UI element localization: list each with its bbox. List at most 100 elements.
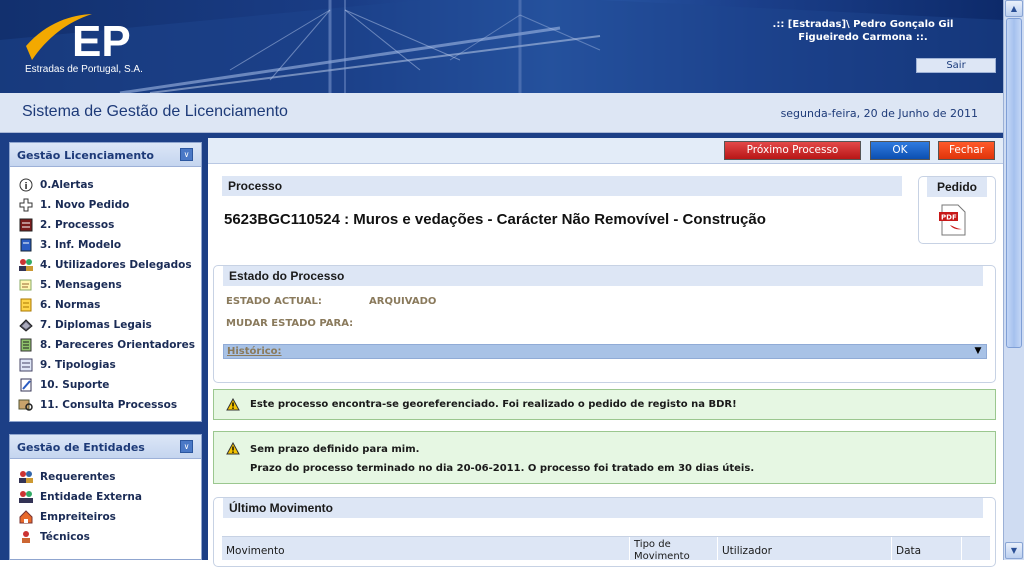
warning-icon [226, 442, 240, 455]
notepad-icon [18, 338, 34, 352]
sidebar-item-entidade-externa[interactable]: Entidade Externa [18, 487, 201, 507]
estado-heading: Estado do Processo [223, 266, 983, 286]
document-icon [18, 238, 34, 252]
sidebar-item-label: 0.Alertas [40, 179, 94, 191]
binder-icon [18, 218, 34, 232]
sidebar-item-normas[interactable]: 6. Normas [18, 295, 201, 315]
sidebar-item-label: Requerentes [40, 471, 116, 483]
collapse-icon[interactable]: ∨ [180, 148, 193, 161]
georef-notice: Este processo encontra-se georeferenciad… [213, 389, 996, 420]
chevron-down-icon[interactable]: ▼ [972, 346, 984, 358]
users-icon [18, 258, 34, 272]
current-date: segunda-feira, 20 de Junho de 2011 [780, 107, 978, 120]
list-icon [18, 358, 34, 372]
next-process-button[interactable]: Próximo Processo [724, 141, 861, 160]
plus-icon [18, 198, 34, 212]
info-icon: i [18, 178, 34, 192]
user-line-2: Figueiredo Carmona ::. [798, 32, 928, 43]
sidebar-item-label: 9. Tipologias [40, 359, 116, 371]
sidebar-item-empreiteiros[interactable]: Empreiteiros [18, 507, 201, 527]
warning-icon [226, 398, 240, 411]
sidebar-entidades-title: Gestão de Entidades [17, 441, 145, 454]
norms-icon [18, 298, 34, 312]
search-process-icon [18, 398, 34, 412]
sidebar-item-label: 8. Pareceres Orientadores [40, 339, 195, 351]
header-banner: EP Estradas de Portugal, S.A. .:: [Estra… [0, 0, 1003, 93]
svg-text:i: i [25, 182, 28, 192]
sidebar-licenciamento-list: i 0.Alertas 1. Novo Pedido 2. Processos … [10, 167, 201, 415]
books-icon [18, 318, 34, 332]
main-content: Próximo Processo OK Fechar Processo 5623… [208, 138, 1003, 567]
action-toolbar: Próximo Processo OK Fechar [208, 138, 1003, 164]
sidebar-item-label: Empreiteiros [40, 511, 116, 523]
pencil-icon [18, 378, 34, 392]
person-icon [18, 530, 34, 544]
prazo-line-2: Prazo do processo terminado no dia 20-06… [250, 463, 755, 474]
scrollbar-thumb[interactable] [1006, 18, 1022, 348]
sidebar-item-label: 1. Novo Pedido [40, 199, 130, 211]
user-info: .:: [Estradas]\ Pedro Gonçalo Gil Figuei… [753, 18, 973, 44]
sidebar-item-label: 2. Processos [40, 219, 115, 231]
pdf-icon[interactable]: PDF [938, 204, 968, 236]
sidebar-item-mensagens[interactable]: 5. Mensagens [18, 275, 201, 295]
historico-dropdown[interactable]: Histórico: ▼ [223, 344, 987, 359]
pedido-heading: Pedido [927, 177, 987, 197]
mudar-estado-label: MUDAR ESTADO PARA: [226, 318, 354, 329]
ultimo-movimento-heading: Último Movimento [223, 498, 983, 518]
sidebar-item-label: 4. Utilizadores Delegados [40, 259, 192, 271]
sidebar-item-tipologias[interactable]: 9. Tipologias [18, 355, 201, 375]
sidebar-item-label: 7. Diplomas Legais [40, 319, 152, 331]
sidebar-item-requerentes[interactable]: Requerentes [18, 467, 201, 487]
sidebar-entidades-list: Requerentes Entidade Externa Empreiteiro… [10, 459, 201, 547]
sidebar-item-label: 3. Inf. Modelo [40, 239, 122, 251]
prazo-notice: Sem prazo definido para mim. Prazo do pr… [213, 431, 996, 484]
column-header-movimento[interactable]: Movimento [222, 537, 630, 561]
sidebar-item-processos[interactable]: 2. Processos [18, 215, 201, 235]
process-title: 5623BGC110524 : Muros e vedações - Carác… [224, 211, 766, 228]
ok-button[interactable]: OK [870, 141, 930, 160]
sidebar-item-novo-pedido[interactable]: 1. Novo Pedido [18, 195, 201, 215]
sidebar-item-pareceres-orientadores[interactable]: 8. Pareceres Orientadores [18, 335, 201, 355]
user-line-1: .:: [Estradas]\ Pedro Gonçalo Gil [772, 19, 954, 30]
logo-letters: EP [72, 17, 131, 66]
scroll-down-icon[interactable]: ▼ [1005, 542, 1023, 559]
georef-text: Este processo encontra-se georeferenciad… [250, 399, 737, 410]
historico-label: Histórico: [227, 346, 282, 357]
sidebar-item-label: 6. Normas [40, 299, 101, 311]
collapse-icon[interactable]: ∨ [180, 440, 193, 453]
sidebar-item-label: 10. Suporte [40, 379, 110, 391]
sidebar-item-suporte[interactable]: 10. Suporte [18, 375, 201, 395]
title-bar: Sistema de Gestão de Licenciamento segun… [0, 93, 1003, 133]
column-header-data[interactable]: Data [892, 537, 962, 561]
sidebar-item-utilizadores-delegados[interactable]: 4. Utilizadores Delegados [18, 255, 201, 275]
estado-actual-value: ARQUIVADO [369, 296, 437, 307]
sidebar-item-tecnicos[interactable]: Técnicos [18, 527, 201, 547]
house-icon [18, 510, 34, 524]
sidebar-entidades-header[interactable]: Gestão de Entidades ∨ [10, 435, 201, 459]
sidebar-licenciamento-panel: Gestão Licenciamento ∨ i 0.Alertas 1. No… [9, 142, 202, 422]
sidebar-item-diplomas-legais[interactable]: 7. Diplomas Legais [18, 315, 201, 335]
pdf-icon-text: PDF [941, 214, 957, 222]
sidebar-licenciamento-header[interactable]: Gestão Licenciamento ∨ [10, 143, 201, 167]
company-name: Estradas de Portugal, S.A. [25, 64, 143, 75]
logout-button[interactable]: Sair [916, 58, 996, 73]
column-header-tipo-movimento[interactable]: Tipo de Movimento [630, 537, 718, 562]
sidebar-item-alertas[interactable]: i 0.Alertas [18, 175, 201, 195]
movimento-table-header: Movimento Tipo de Movimento Utilizador D… [222, 536, 990, 562]
sidebar-item-consulta-processos[interactable]: 11. Consulta Processos [18, 395, 201, 415]
estado-actual-label: ESTADO ACTUAL: [226, 296, 322, 307]
page-scrollbar[interactable]: ▲ ▼ [1003, 0, 1024, 560]
message-icon [18, 278, 34, 292]
column-header-utilizador[interactable]: Utilizador [718, 537, 892, 561]
scroll-up-icon[interactable]: ▲ [1005, 0, 1023, 17]
close-button[interactable]: Fechar [938, 141, 995, 160]
sidebar-entidades-panel: Gestão de Entidades ∨ Requerentes Entida… [9, 434, 202, 560]
system-title: Sistema de Gestão de Licenciamento [22, 103, 288, 120]
sidebar-licenciamento-title: Gestão Licenciamento [17, 149, 154, 162]
prazo-line-1: Sem prazo definido para mim. [250, 444, 420, 455]
user-icon [18, 490, 34, 504]
sidebar-item-inf-modelo[interactable]: 3. Inf. Modelo [18, 235, 201, 255]
sidebar-item-label: Técnicos [40, 531, 90, 543]
sidebar-item-label: 5. Mensagens [40, 279, 122, 291]
users-icon [18, 470, 34, 484]
